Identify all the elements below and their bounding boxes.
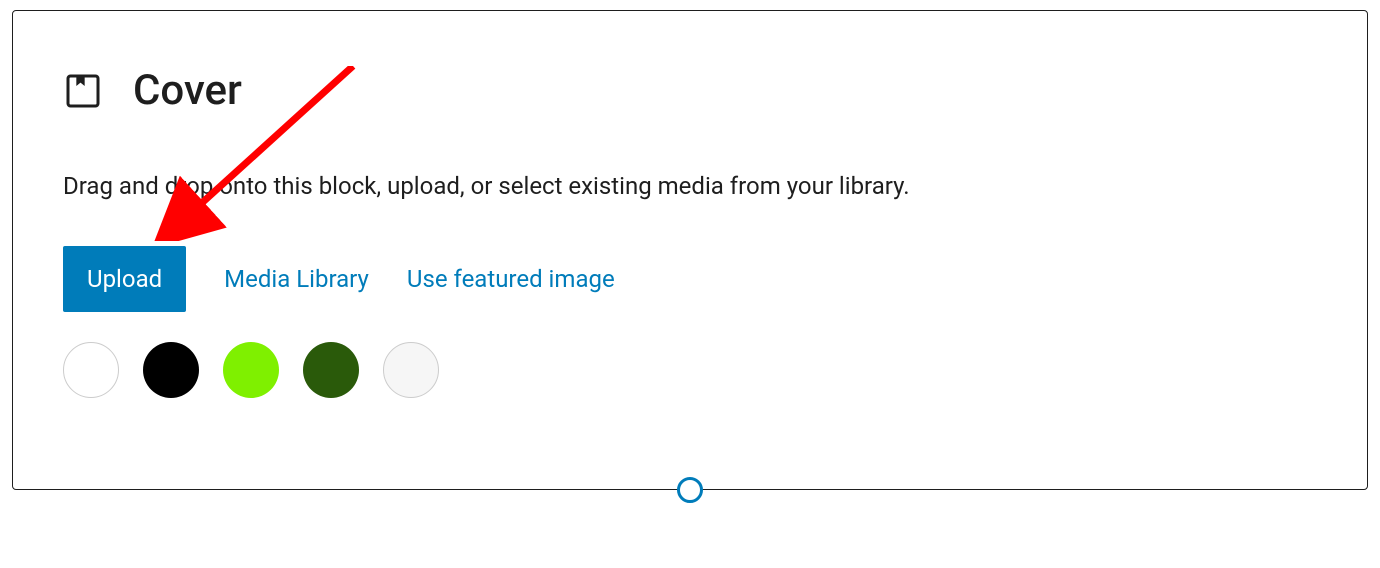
color-swatch-black[interactable] [143,342,199,398]
color-swatch-white[interactable] [63,342,119,398]
cover-block-placeholder: Cover Drag and drop onto this block, upl… [12,10,1368,490]
color-swatches-row [63,342,1317,398]
resize-handle[interactable] [677,477,703,503]
color-swatch-light-gray[interactable] [383,342,439,398]
color-swatch-lime-green[interactable] [223,342,279,398]
upload-button[interactable]: Upload [63,246,186,312]
block-title: Cover [133,66,242,115]
color-swatch-dark-green[interactable] [303,342,359,398]
block-description: Drag and drop onto this block, upload, o… [63,170,1317,204]
block-header: Cover [63,66,1317,115]
media-buttons-row: Upload Media Library Use featured image [63,246,1317,312]
media-library-button[interactable]: Media Library [224,265,369,293]
use-featured-image-button[interactable]: Use featured image [407,265,615,293]
cover-block-icon [63,71,103,111]
